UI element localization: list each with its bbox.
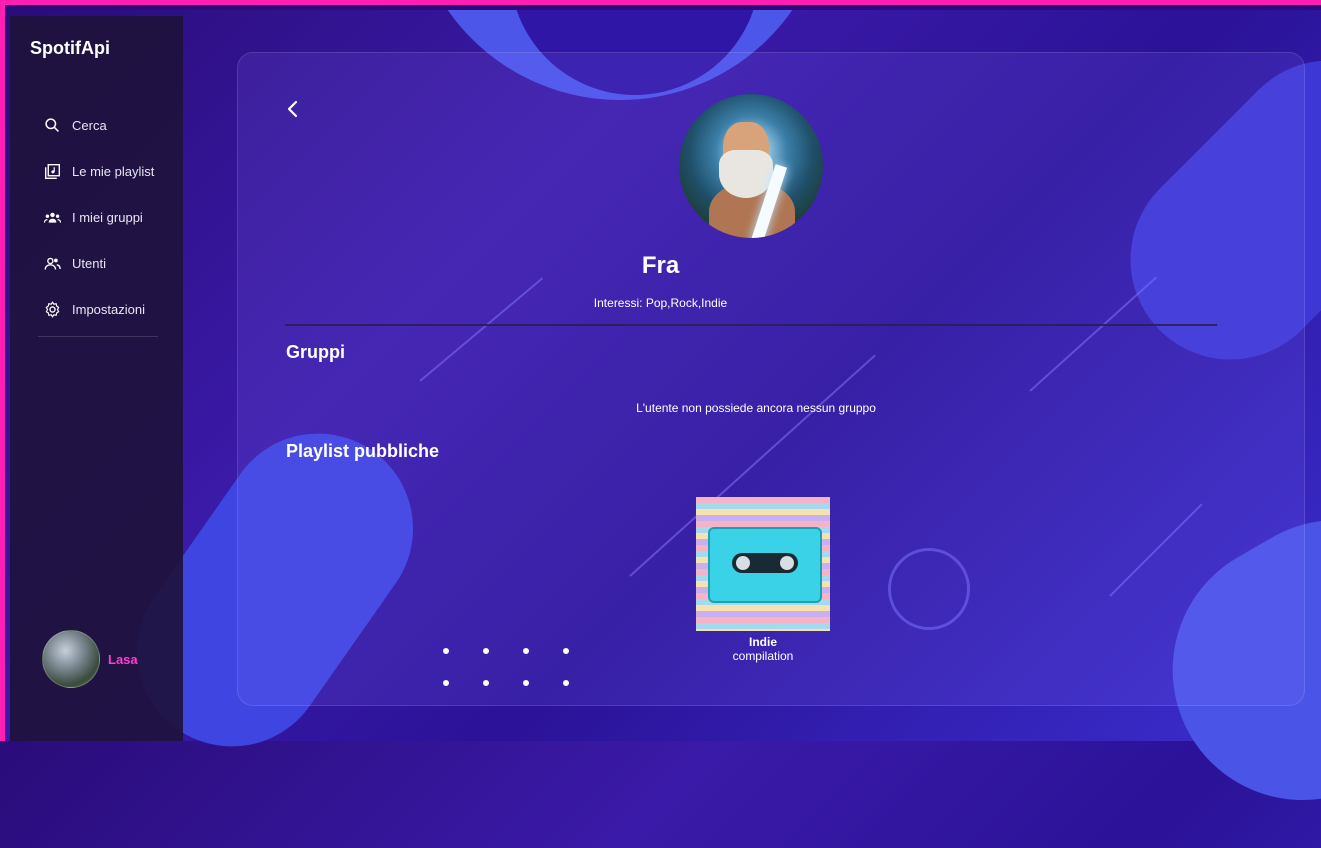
playlists-heading: Playlist pubbliche: [286, 441, 440, 461]
sidebar-item-label: I miei gruppi: [72, 209, 143, 225]
back-arrow-icon[interactable]: [283, 98, 303, 120]
search-icon: [45, 117, 59, 132]
sidebar-item-le-mie-playlist[interactable]: Le mie playlist: [10, 148, 183, 194]
cassette-icon: [708, 527, 822, 603]
sidebar-divider: [38, 336, 158, 337]
sidebar-item-label: Cerca: [72, 117, 107, 133]
playlist-title: Indie: [748, 635, 777, 649]
groups-empty-message: L'utente non possiede ancora nessun grup…: [636, 401, 876, 415]
decorative-dots: [443, 648, 603, 686]
sidebar: SpotifApi Cerca Le mie playlist I miei g…: [10, 16, 183, 741]
profile-picture: [679, 94, 823, 238]
profile-name: Fra: [641, 252, 680, 279]
sidebar-item-cerca[interactable]: Cerca: [10, 102, 183, 148]
current-user-name[interactable]: Lasa: [108, 652, 138, 667]
sidebar-item-label: Le mie playlist: [72, 163, 155, 179]
playlist-cover[interactable]: [696, 497, 830, 631]
app-logo: SpotifApi: [30, 38, 110, 58]
groups-icon: [44, 212, 61, 223]
current-user[interactable]: Lasa: [42, 630, 138, 688]
window-top-strip: [0, 0, 1321, 10]
avatar[interactable]: [42, 630, 100, 688]
profile-interests: Interessi: Pop,Rock,Indie: [593, 296, 728, 310]
playlist-card[interactable]: Indie compilation: [696, 497, 830, 663]
profile-divider: [285, 324, 1217, 326]
sidebar-item-i-miei-gruppi[interactable]: I miei gruppi: [10, 194, 183, 240]
playlist-subtitle: compilation: [732, 649, 794, 663]
playlist-icon: [45, 163, 60, 179]
groups-heading: Gruppi: [286, 342, 345, 362]
